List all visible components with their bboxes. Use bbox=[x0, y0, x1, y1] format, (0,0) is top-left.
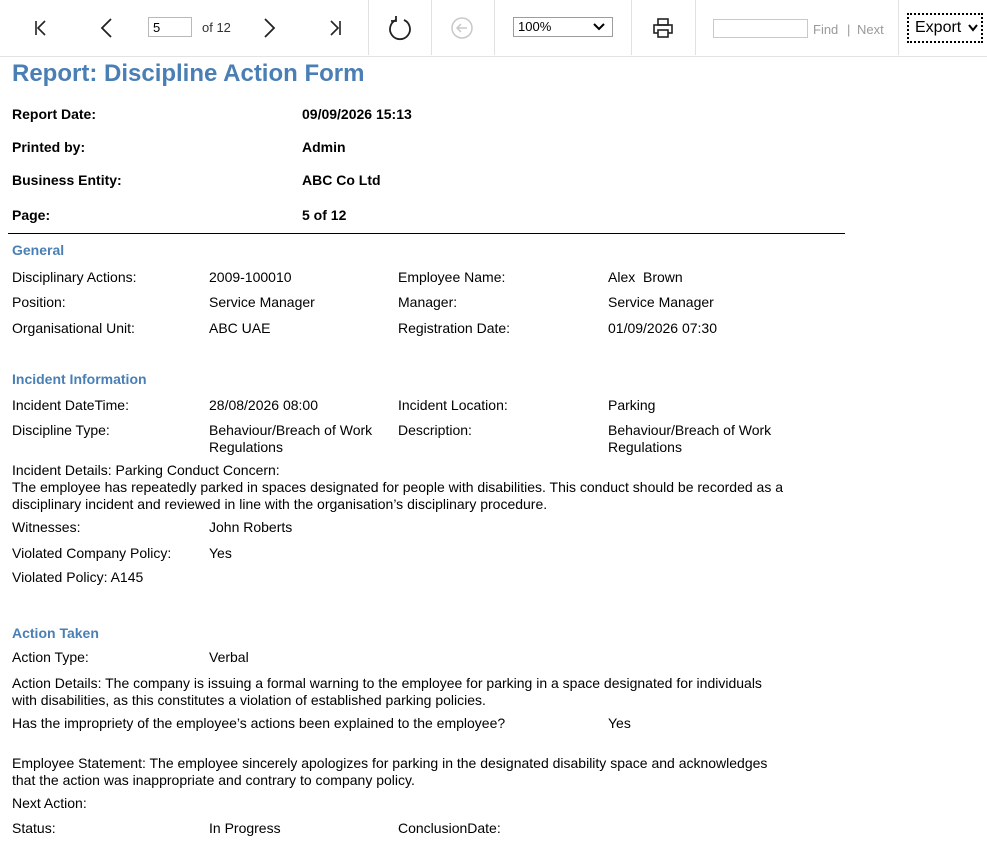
print-icon bbox=[653, 18, 673, 38]
incident-details-line-3: disciplinary incident and reviewed in li… bbox=[12, 496, 548, 512]
printed-by-label: Printed by: bbox=[12, 139, 86, 155]
employee-name-value: Alex Brown bbox=[608, 269, 683, 285]
position-label: Position: bbox=[12, 294, 66, 310]
last-page-button[interactable] bbox=[320, 8, 350, 48]
incident-details-line-2: The employee has repeatedly parked in sp… bbox=[12, 479, 783, 495]
org-unit-value: ABC UAE bbox=[209, 320, 271, 336]
disciplinary-actions-label: Disciplinary Actions: bbox=[12, 269, 137, 285]
employee-name-label: Employee Name: bbox=[398, 269, 506, 285]
section-incident-heading: Incident Information bbox=[12, 371, 147, 387]
print-button[interactable] bbox=[648, 8, 678, 48]
description-label: Description: bbox=[398, 422, 472, 438]
description-value-line-1: Behaviour/Breach of Work bbox=[608, 422, 772, 438]
previous-page-button[interactable] bbox=[92, 8, 122, 48]
org-unit-label: Organisational Unit: bbox=[12, 320, 135, 336]
discipline-type-value-line-1: Behaviour/Breach of Work bbox=[209, 422, 373, 438]
employee-statement-line-2: that the action was inappropriate and co… bbox=[12, 772, 415, 788]
find-separator: | bbox=[847, 22, 851, 37]
page-label: Page: bbox=[12, 207, 51, 223]
registration-date-value: 01/09/2026 07:30 bbox=[608, 320, 717, 336]
status-value: In Progress bbox=[209, 820, 281, 836]
action-type-label: Action Type: bbox=[12, 649, 89, 665]
incident-location-value: Parking bbox=[608, 397, 656, 413]
export-label: Export bbox=[915, 19, 962, 36]
violated-policy-text: Violated Policy: A145 bbox=[12, 569, 144, 585]
business-entity-value: ABC Co Ltd bbox=[302, 172, 381, 188]
position-value: Service Manager bbox=[209, 294, 315, 310]
page-count-label: of 12 bbox=[202, 20, 231, 35]
violated-company-policy-value: Yes bbox=[209, 545, 232, 561]
current-page-input[interactable] bbox=[148, 17, 192, 37]
refresh-icon bbox=[389, 16, 411, 40]
action-details-line-2: with disabilities, as this constitutes a… bbox=[12, 692, 486, 708]
explained-question-label: Has the impropriety of the employee’s ac… bbox=[12, 715, 506, 731]
action-type-value: Verbal bbox=[209, 649, 249, 665]
toolbar-divider bbox=[898, 0, 899, 55]
incident-location-label: Incident Location: bbox=[398, 397, 508, 413]
registration-date-label: Registration Date: bbox=[398, 320, 511, 336]
toolbar-divider bbox=[494, 0, 495, 55]
witnesses-value: John Roberts bbox=[209, 519, 293, 535]
first-page-icon bbox=[35, 20, 46, 36]
description-value-line-2: Regulations bbox=[608, 439, 682, 455]
find-next-link[interactable]: Next bbox=[857, 22, 884, 37]
discipline-type-value-line-2: Regulations bbox=[209, 439, 283, 455]
find-input[interactable] bbox=[713, 19, 808, 38]
violated-company-policy-label: Violated Company Policy: bbox=[12, 545, 172, 561]
first-page-button[interactable] bbox=[26, 8, 56, 48]
printed-by-value: Admin bbox=[302, 139, 346, 155]
toolbar-divider bbox=[695, 0, 696, 55]
discipline-type-label: Discipline Type: bbox=[12, 422, 110, 438]
employee-statement-line-1: Employee Statement: The employee sincere… bbox=[12, 755, 768, 771]
section-action-heading: Action Taken bbox=[12, 625, 99, 641]
report-date-value: 09/09/2026 15:13 bbox=[302, 106, 412, 122]
status-label: Status: bbox=[12, 820, 56, 836]
business-entity-label: Business Entity: bbox=[12, 172, 122, 188]
witnesses-label: Witnesses: bbox=[12, 519, 81, 535]
conclusion-date-label: ConclusionDate: bbox=[398, 820, 501, 836]
next-page-button[interactable] bbox=[254, 8, 284, 48]
chevron-down-icon bbox=[593, 23, 605, 31]
disciplinary-actions-value: 2009-100010 bbox=[209, 269, 292, 285]
zoom-select[interactable]: 100% bbox=[513, 17, 613, 37]
incident-datetime-label: Incident DateTime: bbox=[12, 397, 129, 413]
manager-label: Manager: bbox=[398, 294, 458, 310]
find-link[interactable]: Find bbox=[813, 22, 838, 37]
report-title: Report: Discipline Action Form bbox=[12, 60, 365, 87]
export-button[interactable]: Export bbox=[907, 13, 983, 43]
manager-value: Service Manager bbox=[608, 294, 714, 310]
page-value: 5 of 12 bbox=[302, 207, 347, 223]
incident-datetime-value: 28/08/2026 08:00 bbox=[209, 397, 318, 413]
toolbar-divider bbox=[431, 0, 432, 55]
zoom-value: 100% bbox=[518, 19, 552, 34]
back-to-parent-button[interactable] bbox=[447, 8, 477, 48]
toolbar-divider bbox=[368, 0, 369, 55]
toolbar-divider bbox=[631, 0, 632, 55]
next-page-icon bbox=[264, 18, 276, 38]
section-general-heading: General bbox=[12, 242, 65, 258]
previous-page-icon bbox=[100, 18, 112, 38]
incident-details-line-1: Incident Details: Parking Conduct Concer… bbox=[12, 462, 280, 478]
next-action-label: Next Action: bbox=[12, 795, 87, 811]
action-details-line-1: Action Details: The company is issuing a… bbox=[12, 675, 762, 691]
last-page-icon bbox=[330, 20, 341, 36]
back-to-parent-icon bbox=[451, 17, 473, 39]
refresh-button[interactable] bbox=[385, 8, 415, 48]
explained-question-value: Yes bbox=[608, 715, 631, 731]
report-viewer-toolbar: of 12 100% Find | Next Export bbox=[0, 0, 987, 57]
chevron-down-icon bbox=[968, 24, 979, 32]
report-date-label: Report Date: bbox=[12, 106, 97, 122]
header-divider bbox=[8, 233, 845, 234]
